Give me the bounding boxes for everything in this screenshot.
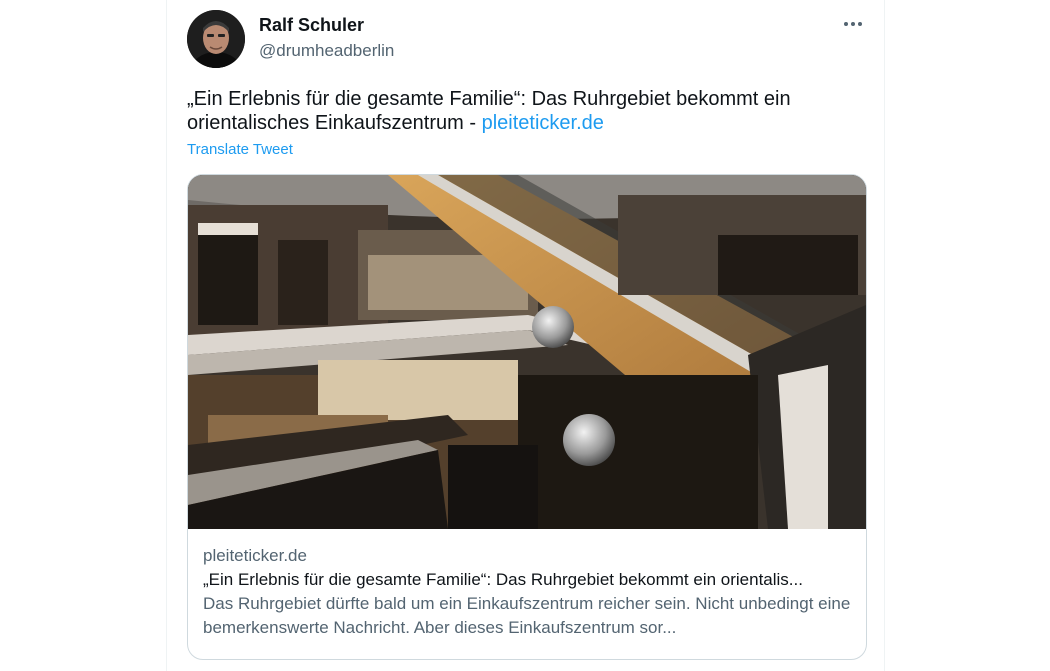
more-icon[interactable] [839,10,867,38]
card-description: Das Ruhrgebiet dürfte bald um ein Einkau… [203,594,851,637]
tweet-text: „Ein Erlebnis für die gesamte Familie“: … [187,87,867,135]
tweet-column: Ralf Schuler @drumheadberlin „Ein Erlebn… [166,0,885,671]
tweet-link[interactable]: pleiteticker.de [482,112,604,134]
card-info: pleiteticker.de „Ein Erlebnis für die ge… [203,544,853,640]
author-handle[interactable]: @drumheadberlin [259,41,394,61]
avatar[interactable] [187,10,245,68]
avatar-photo [187,10,245,68]
card-title: „Ein Erlebnis für die gesamte Familie“: … [203,570,803,589]
translate-tweet-link[interactable]: Translate Tweet [187,141,293,158]
dot [844,22,848,26]
dot [851,22,855,26]
link-preview-card[interactable]: pleiteticker.de „Ein Erlebnis für die ge… [187,174,867,660]
card-domain: pleiteticker.de [203,546,307,565]
dot [858,22,862,26]
card-image [188,175,866,529]
mall-photo [188,175,866,529]
author-display-name[interactable]: Ralf Schuler [259,15,364,36]
